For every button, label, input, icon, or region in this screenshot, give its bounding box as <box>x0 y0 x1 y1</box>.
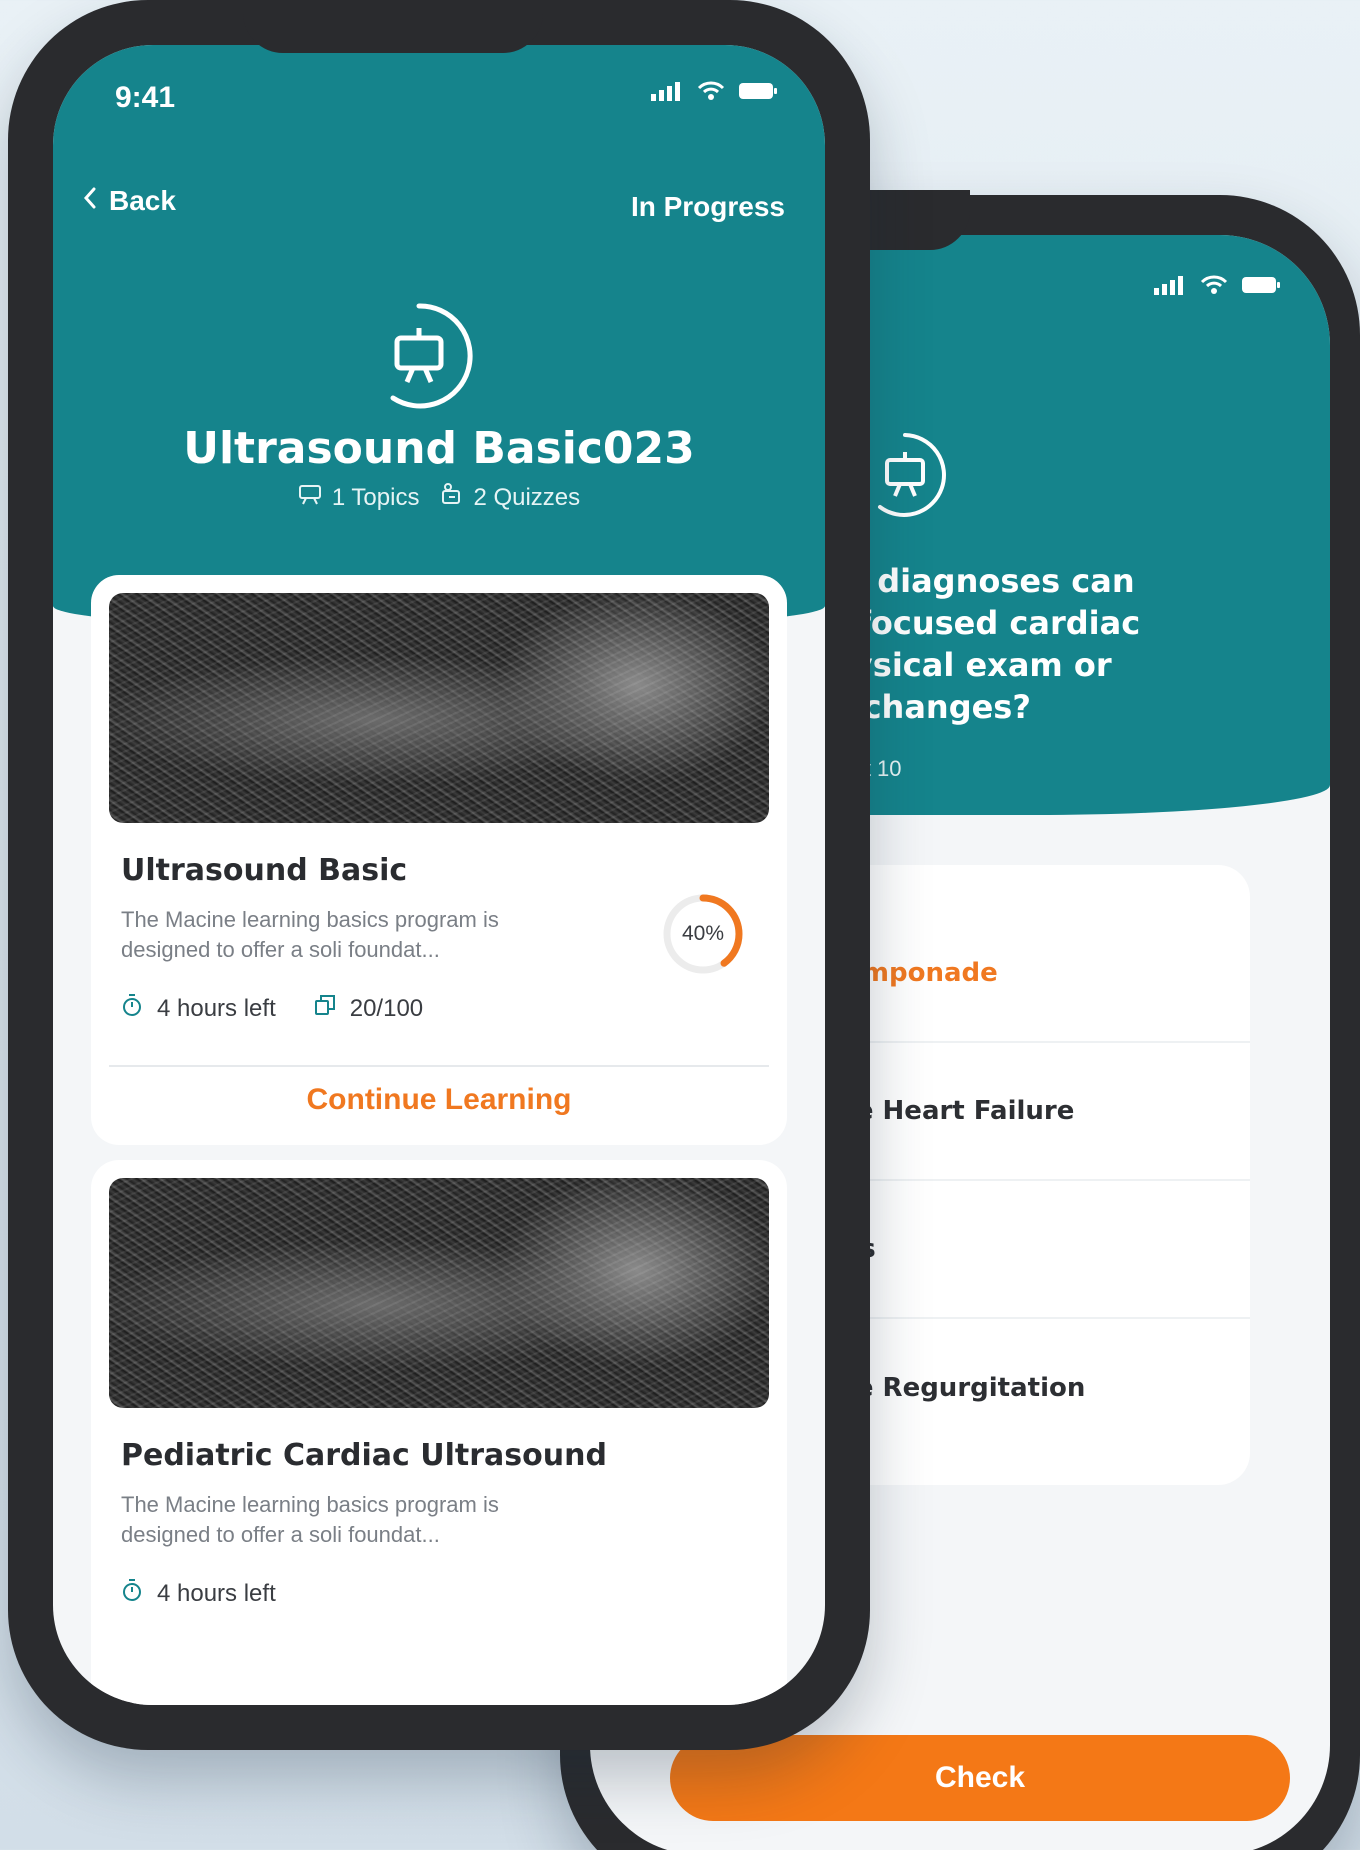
back-button[interactable]: Back <box>83 185 176 217</box>
battery-icon <box>739 82 777 105</box>
ultrasound-image <box>109 1178 769 1408</box>
stopwatch-icon <box>121 993 143 1024</box>
lessons-count: 20/100 <box>314 993 423 1024</box>
course-header: 9:41 Back In Progress Ultrasound Basic02… <box>53 45 825 630</box>
chevron-left-icon <box>83 185 97 217</box>
lessons-text: 20/100 <box>349 994 424 1022</box>
check-button-label: Check <box>934 1761 1026 1794</box>
quizzes-text: 2 Quizzes <box>473 483 581 511</box>
status-time: 9:41 <box>115 81 176 114</box>
presentation-icon <box>363 300 475 417</box>
time-left: 4 hours left <box>121 1578 276 1609</box>
description-line: The Macine learning basics program is <box>121 1492 499 1517</box>
copy-icon <box>314 994 336 1023</box>
topics-text: 1 Topics <box>331 483 420 511</box>
battery-icon <box>1242 276 1280 299</box>
progress-ring: 40% <box>659 890 747 983</box>
phone-notch <box>243 0 543 53</box>
continue-learning-button[interactable]: Continue Learning <box>91 1083 787 1117</box>
status-bar <box>1154 275 1280 300</box>
signal-icon <box>1154 275 1186 300</box>
course-screen: 9:41 Back In Progress Ultrasound Basic02… <box>53 45 825 1705</box>
description-line: The Macine learning basics program is <box>121 907 499 932</box>
time-left-text: 4 hours left <box>157 1579 276 1607</box>
course-meta: 1 Topics 2 Quizzes <box>53 483 825 512</box>
wifi-icon <box>697 81 725 106</box>
time-left: 4 hours left <box>121 993 276 1024</box>
course-phone: 9:41 Back In Progress Ultrasound Basic02… <box>8 0 870 1750</box>
presentation-icon <box>860 430 950 525</box>
card-description: The Macine learning basics program is de… <box>121 1490 591 1550</box>
description-line: designed to offer a soli foundat... <box>121 1522 440 1547</box>
progress-percent: 40% <box>681 922 725 945</box>
presentation-small-icon <box>298 483 322 512</box>
card-description: The Macine learning basics program is de… <box>121 905 591 965</box>
check-button[interactable]: Check <box>670 1735 1290 1821</box>
status-bar <box>651 81 777 106</box>
course-status-label: In Progress <box>630 191 785 222</box>
course-title: Ultrasound Basic023 <box>183 423 695 474</box>
card-stats: 4 hours left 20/100 <box>121 993 423 1024</box>
quiz-icon <box>441 483 463 512</box>
wifi-icon <box>1200 275 1228 300</box>
time-left-text: 4 hours left <box>157 994 276 1022</box>
course-card[interactable]: Pediatric Cardiac Ultrasound The Macine … <box>91 1160 787 1705</box>
card-title: Ultrasound Basic <box>121 853 408 888</box>
card-title: Pediatric Cardiac Ultrasound <box>121 1438 607 1473</box>
back-label: Back <box>109 185 176 216</box>
divider <box>109 1065 769 1067</box>
card-stats: 4 hours left <box>121 1578 276 1609</box>
ultrasound-image <box>109 593 769 823</box>
quizzes-count: 2 Quizzes <box>441 483 580 512</box>
description-line: designed to offer a soli foundat... <box>121 937 440 962</box>
course-card[interactable]: Ultrasound Basic The Macine learning bas… <box>91 575 787 1145</box>
topics-count: 1 Topics <box>298 483 420 512</box>
signal-icon <box>651 81 683 106</box>
stopwatch-icon <box>121 1578 143 1609</box>
